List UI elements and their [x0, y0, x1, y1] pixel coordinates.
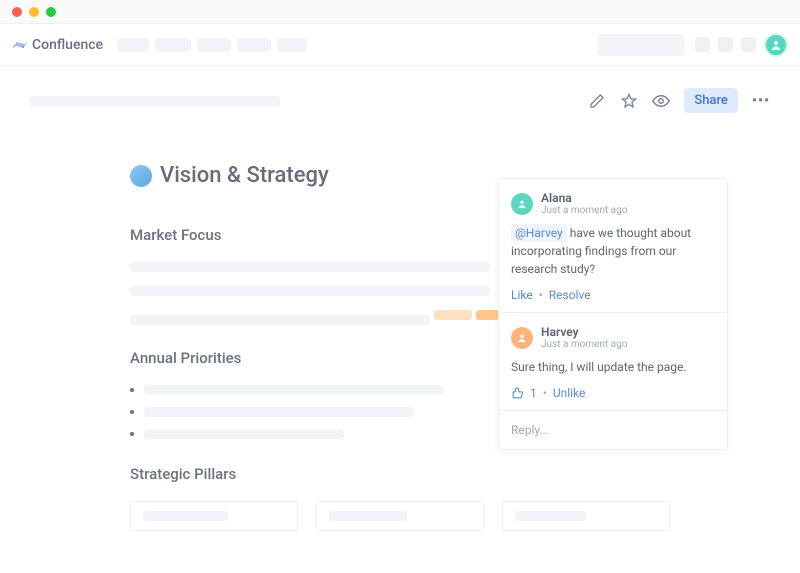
comment: Alana Just a moment ago @Harvey have we … — [499, 179, 727, 313]
pillar-cell — [502, 501, 670, 531]
comment-avatar[interactable] — [511, 193, 533, 215]
watch-icon[interactable] — [652, 92, 670, 110]
pillar-cell — [130, 501, 298, 531]
brand[interactable]: Confluence — [12, 37, 103, 53]
nav-item[interactable] — [155, 38, 191, 52]
settings-icon[interactable] — [741, 37, 756, 52]
nav-item[interactable] — [197, 38, 231, 52]
comments-panel: Alana Just a moment ago @Harvey have we … — [498, 178, 728, 450]
comment-avatar[interactable] — [511, 327, 533, 349]
comment-author: Alana — [541, 191, 627, 205]
comment-author: Harvey — [541, 325, 627, 339]
comment-time: Just a moment ago — [541, 205, 627, 216]
top-nav: Confluence — [0, 24, 800, 66]
confluence-icon — [12, 37, 28, 53]
breadcrumb[interactable] — [30, 96, 280, 106]
text-line — [130, 286, 490, 296]
page-title-text: Vision & Strategy — [160, 163, 329, 188]
window-zoom-dot[interactable] — [46, 7, 56, 17]
brand-label: Confluence — [32, 37, 103, 53]
reply-input[interactable]: Reply... — [499, 411, 727, 449]
comment-body: Sure thing, I will update the page. — [511, 358, 715, 376]
window-minimize-dot[interactable] — [29, 7, 39, 17]
resolve-link[interactable]: Resolve — [549, 288, 591, 302]
text-line — [130, 262, 490, 272]
star-icon[interactable] — [620, 92, 638, 110]
edit-icon[interactable] — [588, 92, 606, 110]
notification-icon[interactable] — [695, 37, 710, 52]
like-count: 1 — [530, 386, 537, 400]
more-actions-icon[interactable]: ••• — [752, 93, 770, 109]
nav-item[interactable] — [277, 38, 307, 52]
nav-links — [117, 38, 307, 52]
comment-time: Just a moment ago — [541, 339, 627, 350]
page-header-row: Share ••• — [0, 66, 800, 113]
section-strategic-pillars: Strategic Pillars — [130, 465, 670, 483]
separator: • — [539, 288, 543, 302]
help-icon[interactable] — [718, 37, 733, 52]
window-titlebar — [0, 0, 800, 24]
share-button[interactable]: Share — [684, 88, 738, 113]
user-avatar[interactable] — [764, 33, 788, 57]
comment: Harvey Just a moment ago Sure thing, I w… — [499, 313, 727, 411]
search-input[interactable] — [597, 34, 685, 56]
nav-item[interactable] — [237, 38, 271, 52]
unlike-link[interactable]: Unlike — [553, 386, 586, 400]
window-close-dot[interactable] — [12, 7, 22, 17]
pillar-cell — [316, 501, 484, 531]
nav-item[interactable] — [117, 38, 149, 52]
comment-body: @Harvey have we thought about incorporat… — [511, 224, 715, 278]
thumbs-up-icon[interactable] — [511, 387, 524, 400]
globe-icon — [130, 165, 152, 187]
mention[interactable]: @Harvey — [511, 224, 567, 242]
like-link[interactable]: Like — [511, 288, 533, 302]
separator: • — [543, 386, 547, 400]
